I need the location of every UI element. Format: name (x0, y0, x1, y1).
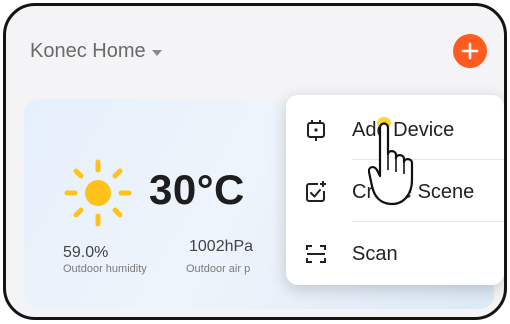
menu-item-label: Scan (352, 242, 398, 265)
create-scene-icon (306, 181, 326, 202)
humidity-label: Outdoor humidity (63, 263, 147, 275)
humidity-value: 59.0% (63, 244, 109, 261)
pressure-value: 1002hPa (189, 238, 254, 255)
add-device-icon (307, 120, 325, 141)
hand-pointer-icon (368, 117, 414, 206)
home-header: Konec Home (6, 6, 504, 96)
pressure-label: Outdoor air p (186, 263, 251, 275)
caret-down-icon (151, 49, 162, 56)
home-selector[interactable]: Konec Home (30, 40, 162, 63)
scan-icon (306, 245, 326, 263)
add-button[interactable] (453, 34, 487, 68)
sun-icon (64, 159, 132, 227)
menu-item-scan[interactable]: Scan (286, 223, 504, 285)
home-title: Konec Home (30, 40, 146, 62)
temperature-value: 30°C (149, 166, 245, 213)
phone-frame: Konec Home 30°C 59.0% Outdoor humidity 1… (3, 3, 507, 320)
plus-icon (461, 42, 479, 60)
menu-divider (352, 221, 504, 222)
